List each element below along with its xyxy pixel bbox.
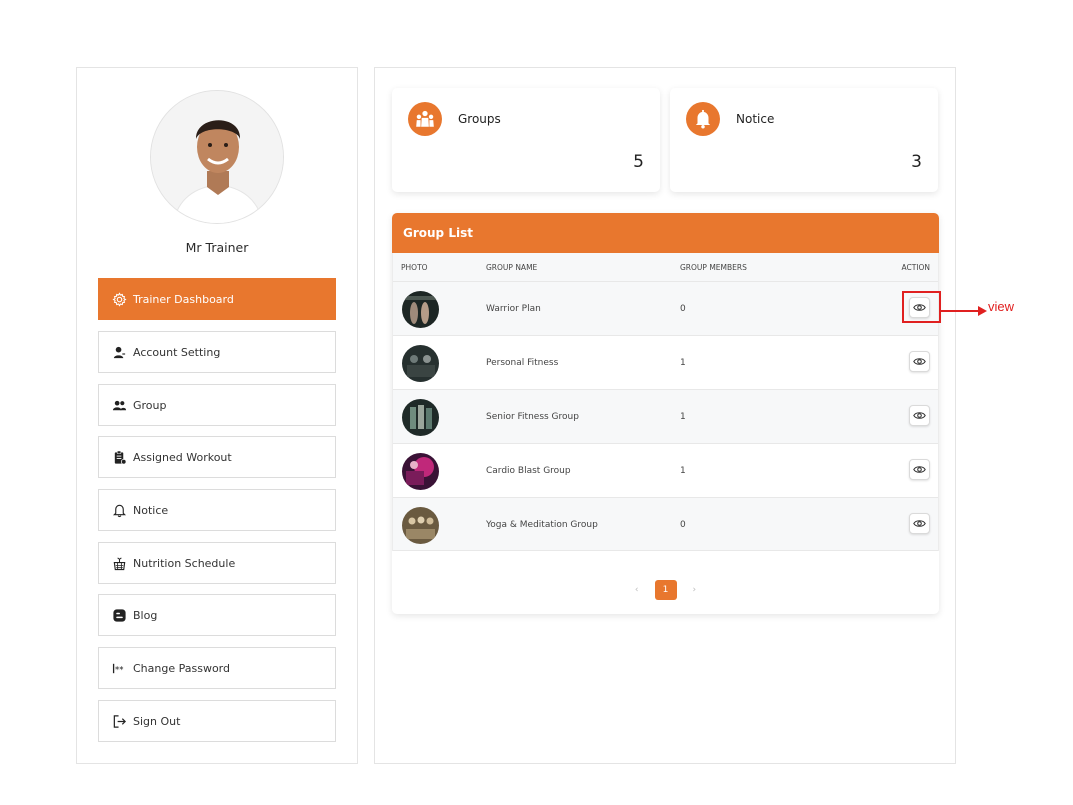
- column-header: GROUP MEMBERS: [680, 263, 747, 272]
- next-page-button[interactable]: ›: [693, 585, 697, 595]
- group-name: Personal Fitness: [486, 358, 559, 368]
- food-basket-icon: [111, 555, 127, 571]
- menu-trainer-dashboard[interactable]: Trainer Dashboard: [98, 278, 336, 320]
- column-header: PHOTO: [401, 263, 428, 272]
- group-members: 1: [680, 412, 686, 422]
- menu-notice[interactable]: Notice: [98, 489, 336, 531]
- group-list-title: Group List: [392, 213, 939, 253]
- menu-label: Assigned Workout: [133, 450, 232, 464]
- column-header: GROUP NAME: [486, 263, 538, 272]
- group-members: 0: [680, 520, 686, 530]
- stat-value: 5: [633, 152, 644, 172]
- stat-label: Notice: [736, 112, 775, 126]
- group-photo: [402, 507, 439, 544]
- stat-label: Groups: [458, 112, 501, 126]
- menu-change-password[interactable]: ** Change Password: [98, 647, 336, 689]
- view-button[interactable]: [909, 459, 930, 480]
- main-content: Groups 5 Notice 3 Group List PHOTO GROUP…: [374, 67, 956, 764]
- sidebar: Mr Trainer Trainer Dashboard Account Set…: [76, 67, 358, 764]
- group-name: Cardio Blast Group: [486, 466, 571, 476]
- group-members: 0: [680, 304, 686, 314]
- menu-blog[interactable]: Blog: [98, 594, 336, 636]
- clipboard-icon: [111, 449, 127, 465]
- menu-label: Account Setting: [133, 345, 221, 359]
- view-button[interactable]: [909, 405, 930, 426]
- eye-icon: [913, 466, 926, 473]
- stat-value: 3: [911, 152, 922, 172]
- menu-label: Notice: [133, 503, 169, 517]
- trainer-name: Mr Trainer: [185, 240, 249, 255]
- menu-label: Change Password: [133, 661, 230, 675]
- eye-icon: [913, 358, 926, 365]
- group-name: Senior Fitness Group: [486, 412, 579, 422]
- annotation-arrow-icon: [940, 306, 987, 316]
- svg-text:**: **: [115, 664, 123, 674]
- sign-out-icon: [111, 713, 127, 729]
- group-photo: [402, 291, 439, 328]
- menu-label: Blog: [133, 608, 158, 622]
- group-photo: [402, 453, 439, 490]
- table-row: Personal Fitness 1: [393, 335, 938, 389]
- group-photo: [402, 345, 439, 382]
- group-name: Yoga & Meditation Group: [486, 520, 598, 530]
- page-button-current[interactable]: 1: [654, 580, 677, 600]
- group-name: Warrior Plan: [486, 304, 541, 314]
- password-icon: **: [111, 660, 127, 676]
- annotation-label: view: [988, 299, 1015, 314]
- menu-label: Nutrition Schedule: [133, 556, 236, 570]
- group-people-icon: [408, 102, 442, 136]
- table-row: Warrior Plan 0: [393, 281, 941, 335]
- menu-assigned-workout[interactable]: Assigned Workout: [98, 436, 336, 478]
- view-button[interactable]: [909, 513, 930, 534]
- users-icon: [111, 397, 127, 413]
- menu-sign-out[interactable]: Sign Out: [98, 700, 336, 742]
- table-header: PHOTO GROUP NAME GROUP MEMBERS ACTION: [393, 253, 938, 281]
- stat-card-groups: Groups 5: [392, 88, 660, 192]
- avatar: [150, 90, 284, 224]
- bell-icon: [111, 502, 127, 518]
- eye-icon: [913, 412, 926, 419]
- pagination: ‹ 1 ›: [392, 580, 939, 600]
- group-members: 1: [680, 358, 686, 368]
- eye-icon: [913, 520, 926, 527]
- group-photo: [402, 399, 439, 436]
- menu-account-setting[interactable]: Account Setting: [98, 331, 336, 373]
- stat-card-notice: Notice 3: [670, 88, 938, 192]
- menu-label: Trainer Dashboard: [133, 292, 234, 306]
- blogger-icon: [111, 607, 127, 623]
- column-header: ACTION: [901, 263, 930, 272]
- menu-label: Group: [133, 398, 167, 412]
- group-list-panel: Group List PHOTO GROUP NAME GROUP MEMBER…: [392, 213, 941, 614]
- group-members: 1: [680, 466, 686, 476]
- user-edit-icon: [111, 344, 127, 360]
- table-row: Cardio Blast Group 1: [393, 443, 938, 497]
- annotation-highlight-box: [902, 291, 941, 323]
- gear-icon: [111, 291, 127, 307]
- table-row: Yoga & Meditation Group 0: [393, 497, 938, 551]
- menu-nutrition-schedule[interactable]: Nutrition Schedule: [98, 542, 336, 584]
- group-table: PHOTO GROUP NAME GROUP MEMBERS ACTION Wa…: [392, 253, 941, 551]
- prev-page-button[interactable]: ‹: [635, 585, 639, 595]
- menu-label: Sign Out: [133, 714, 181, 728]
- table-row: Senior Fitness Group 1: [393, 389, 938, 443]
- view-button[interactable]: [909, 351, 930, 372]
- menu-group[interactable]: Group: [98, 384, 336, 426]
- bell-icon: [686, 102, 720, 136]
